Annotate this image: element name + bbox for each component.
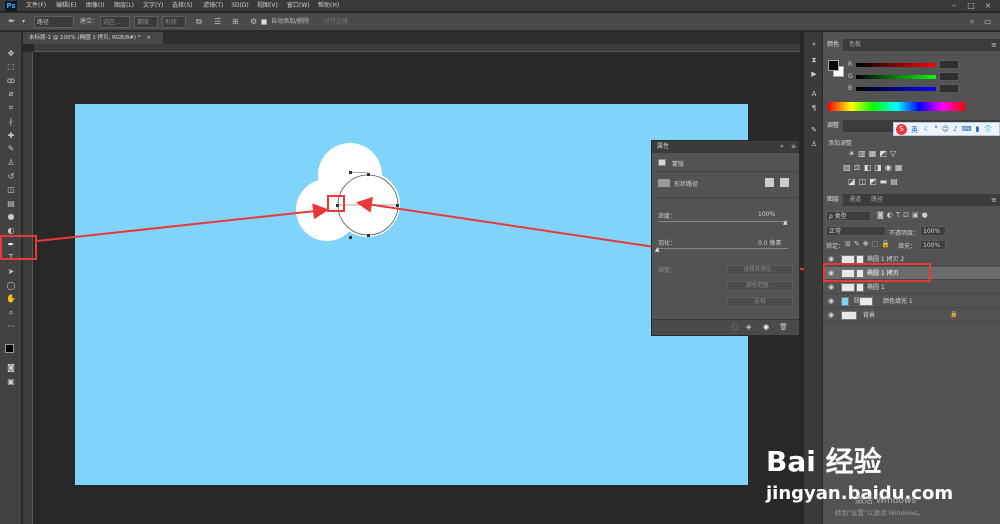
density-label: 浓度：	[658, 213, 677, 220]
tab-swatches[interactable]: 色板	[845, 39, 865, 51]
fill-field[interactable]: 100%	[920, 240, 946, 250]
layer-filter-icons[interactable]: ◙◐T⊡▣●	[877, 211, 931, 219]
lock-icons[interactable]: ⊞✎✥⬚🔒	[845, 240, 893, 248]
eye-icon[interactable]: ◉	[828, 255, 836, 263]
actions-panel-icon[interactable]: ▶	[808, 68, 820, 80]
apply-mask-icon[interactable]: ◈	[746, 323, 751, 331]
feather-label: 羽化：	[658, 240, 677, 247]
density-value[interactable]: 100%	[758, 211, 775, 218]
layer-row-color-fill[interactable]: ◉ ⛓ 颜色填充 1	[823, 295, 1000, 308]
eye-icon[interactable]: ◉	[828, 311, 836, 319]
properties-panel: 属性 » ≡ 蒙版 形状路径 浓度： 100% ▲ 羽化： 0.0 像素 ▲ 调…	[651, 140, 800, 336]
load-selection-icon[interactable]: ⬚	[732, 323, 739, 331]
layer-row-background[interactable]: ◉ 背景 🔒	[823, 309, 1000, 322]
r-slider[interactable]	[856, 63, 936, 67]
tab-channels[interactable]: 通道	[845, 194, 865, 206]
add-pixel-mask-icon[interactable]	[765, 178, 774, 187]
opacity-label: 不透明度：	[889, 230, 920, 237]
select-and-mask-button[interactable]: 选择并遮住...	[727, 265, 793, 275]
opacity-field[interactable]: 100%	[920, 226, 946, 236]
feather-slider[interactable]	[658, 248, 788, 249]
lock-icon: 🔒	[950, 311, 958, 318]
b-label: B	[848, 85, 853, 92]
clone-source-icon[interactable]: ♙	[808, 138, 820, 150]
tab-layers[interactable]: 图层	[823, 194, 844, 206]
color-panel-tabs: 颜色 色板 ≡	[823, 39, 1000, 51]
layer-name[interactable]: 背景	[863, 309, 875, 322]
color-spectrum[interactable]	[828, 102, 965, 111]
eye-icon[interactable]: ◉	[828, 283, 836, 291]
baidu-watermark-brand: Bai 经验	[766, 445, 882, 478]
tab-color[interactable]: 颜色	[823, 39, 844, 51]
layers-panel-tabs: 图层 通道 路径 ≡	[823, 194, 1000, 206]
properties-footer: ⬚ ◈ ◉ 🗑	[652, 319, 799, 335]
trash-icon[interactable]: 🗑	[779, 323, 788, 331]
density-slider-handle[interactable]: ▲	[783, 219, 788, 226]
feather-slider-handle[interactable]: ▲	[655, 246, 660, 253]
path-thumb	[658, 179, 670, 187]
mask-icon	[658, 159, 666, 166]
layer-name[interactable]: 颜色填充 1	[883, 295, 913, 308]
visibility-icon[interactable]: ◉	[763, 323, 769, 331]
panel-collapse-icon[interactable]: »	[780, 141, 784, 153]
annotation-box-pen-tool	[0, 235, 37, 260]
eye-icon[interactable]: ◉	[828, 297, 836, 305]
layer-kind-filter[interactable]: ρ 类型	[826, 211, 871, 221]
blend-mode-select[interactable]: 正常	[826, 226, 886, 236]
g-label: G	[848, 73, 853, 80]
foreground-swatch[interactable]	[828, 60, 839, 71]
history-panel-icon[interactable]: ⧗	[808, 54, 820, 66]
mask-section-label: 蒙版	[672, 161, 685, 168]
color-panel-menu-icon[interactable]: ≡	[991, 41, 997, 49]
windows-activation-hint: 转到"设置"以激活 Windows。	[835, 509, 925, 517]
adjust-label: 调整：	[658, 267, 677, 274]
color-range-button[interactable]: 颜色范围...	[727, 281, 793, 291]
lock-label: 锁定：	[826, 243, 845, 250]
ime-tool-icons[interactable]: ☾°☺♪⌨▮👕	[924, 125, 996, 133]
layers-panel-menu-icon[interactable]: ≡	[991, 196, 997, 204]
density-slider[interactable]	[658, 221, 788, 222]
brush-panel-icon[interactable]: ✎	[808, 124, 820, 136]
r-label: R	[848, 61, 853, 68]
adjustment-icons-row-1[interactable]: ☀▥▦◩▽	[848, 149, 899, 158]
tab-paths[interactable]: 路径	[867, 194, 887, 206]
vector-mask-thumbnail	[856, 283, 864, 292]
annotation-box-layer	[823, 263, 931, 282]
add-adjustment-label: 添加调整	[828, 140, 853, 147]
fill-thumbnail	[841, 297, 849, 306]
adjustment-icons-row-2[interactable]: ▧⚖◧◨◉▦	[843, 163, 905, 172]
panel-menu-icon[interactable]: ≡	[791, 141, 796, 153]
properties-title: 属性	[657, 143, 670, 150]
tab-adjustments[interactable]: 调整	[823, 120, 844, 132]
add-vector-mask-icon[interactable]	[780, 178, 789, 187]
adjustment-icons-row-3[interactable]: ◪◫◩▬▤	[848, 177, 901, 186]
b-field[interactable]	[939, 84, 959, 93]
feather-value[interactable]: 0.0 像素	[758, 238, 781, 247]
sogou-logo-icon: S	[896, 124, 907, 135]
layer-thumbnail	[841, 283, 855, 292]
b-slider[interactable]	[856, 87, 936, 91]
ime-toolbar[interactable]: S 英 ☾°☺♪⌨▮👕	[893, 122, 1000, 136]
windows-activation-title: 激活 Windows	[855, 496, 917, 506]
layer-row-ellipse[interactable]: ◉ 椭圆 1	[823, 281, 1000, 294]
g-slider[interactable]	[856, 75, 936, 79]
mask-thumbnail	[859, 297, 873, 306]
properties-header: 属性 » ≡	[652, 141, 799, 153]
annotation-box-anchor	[327, 195, 345, 212]
character-panel-icon[interactable]: A	[808, 88, 820, 100]
dock-collapse-icon[interactable]: «	[808, 38, 820, 50]
fill-label: 填充：	[898, 243, 917, 250]
shape-path-label: 形状路径	[674, 181, 699, 188]
layer-name[interactable]: 椭圆 1	[867, 281, 885, 294]
layer-thumbnail	[841, 311, 857, 320]
invert-button[interactable]: 反相	[727, 297, 793, 307]
ime-language-label[interactable]: 英	[911, 125, 918, 135]
g-field[interactable]	[939, 72, 959, 81]
r-field[interactable]	[939, 60, 959, 69]
paragraph-panel-icon[interactable]: ¶	[808, 102, 820, 114]
